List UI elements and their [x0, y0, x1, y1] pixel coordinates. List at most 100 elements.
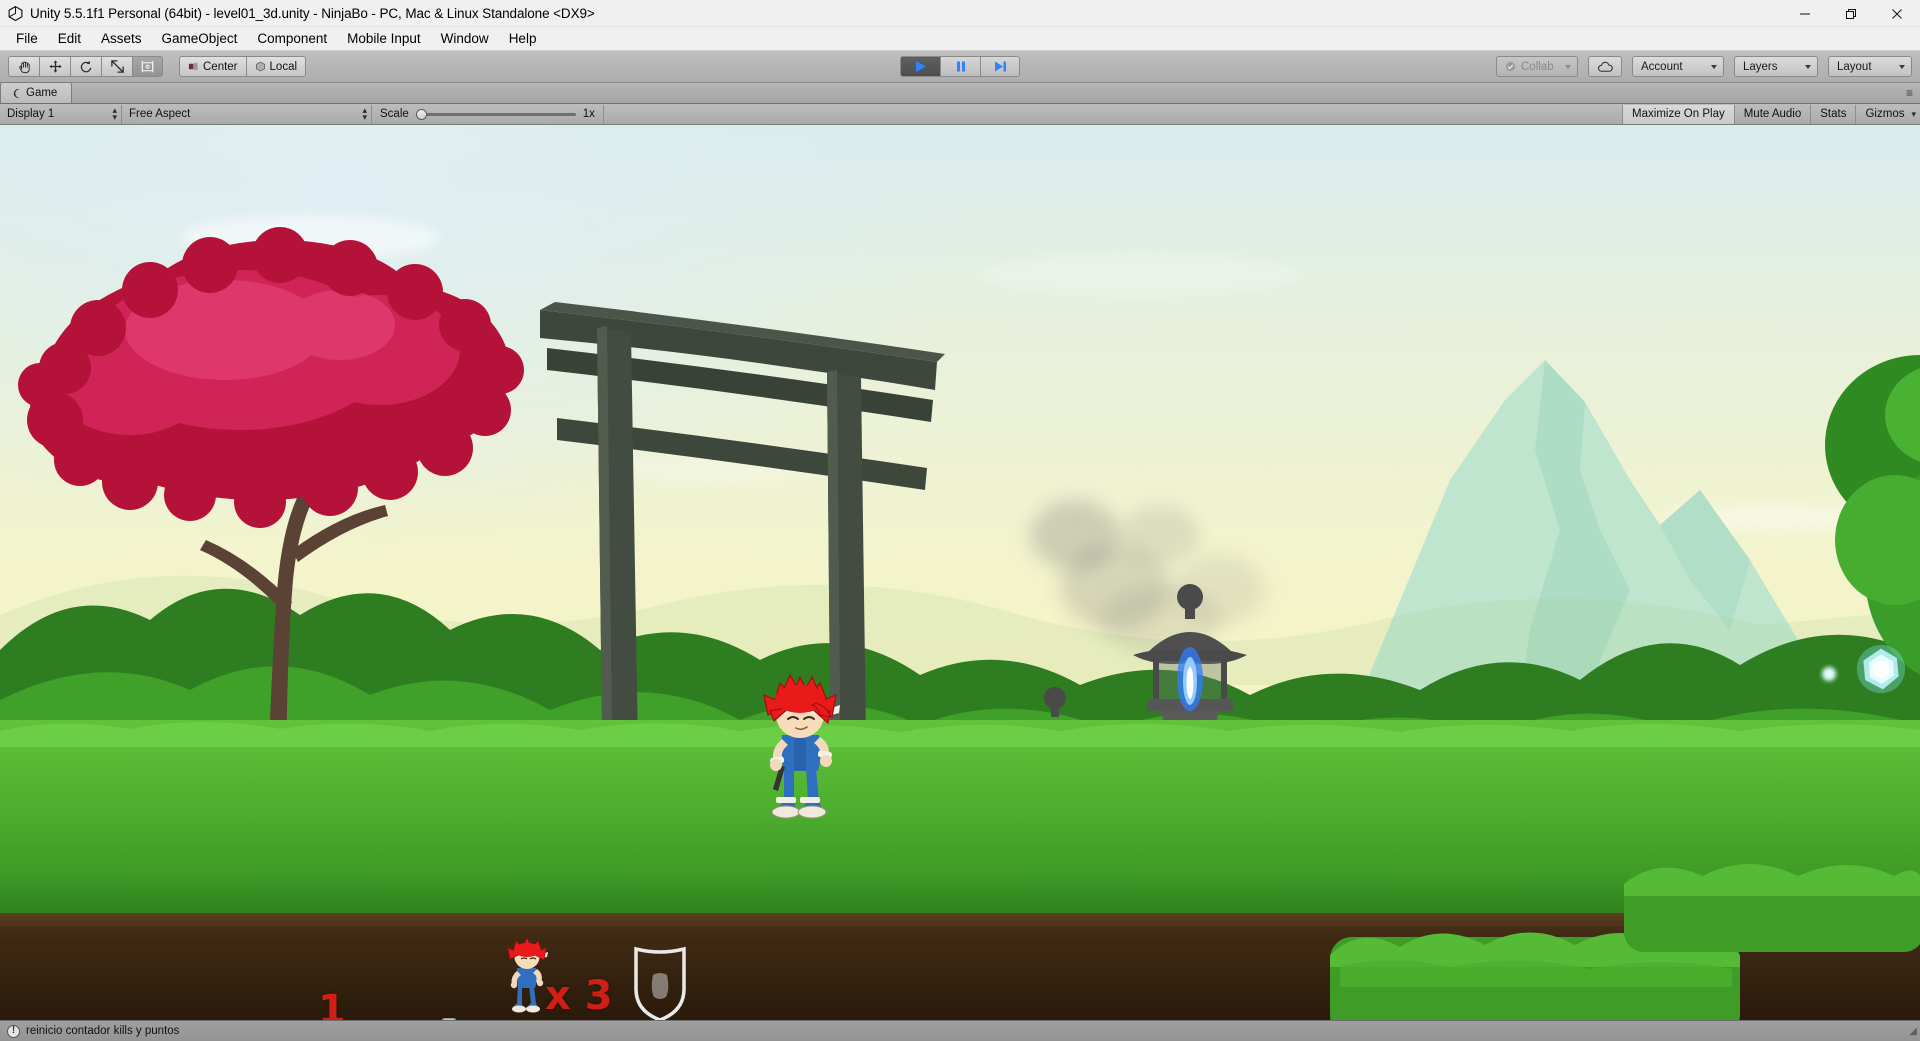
layout-dropdown[interactable]: Layout [1828, 56, 1912, 77]
menu-gameobject[interactable]: GameObject [152, 28, 248, 49]
maximize-on-play-button[interactable]: Maximize On Play [1622, 104, 1734, 124]
mute-audio-button[interactable]: Mute Audio [1733, 104, 1811, 124]
panel-tab-strip: Game ≡ [0, 82, 1920, 104]
crystal-sparkle [1822, 667, 1836, 681]
menu-component[interactable]: Component [247, 28, 337, 49]
window-title-bar: Unity 5.5.1f1 Personal (64bit) - level01… [0, 0, 1920, 27]
chevron-down-icon: ▾ [1911, 108, 1916, 119]
menu-help[interactable]: Help [499, 28, 547, 49]
mute-audio-label: Mute Audio [1743, 108, 1802, 120]
rect-transform-icon [141, 60, 154, 73]
scale-icon [110, 60, 124, 73]
menu-edit[interactable]: Edit [48, 28, 91, 49]
hand-tool-button[interactable] [8, 56, 39, 77]
account-label: Account [1641, 60, 1683, 73]
tab-game[interactable]: Game [0, 82, 72, 103]
cloud-shape [980, 255, 1300, 295]
restore-icon [1846, 8, 1856, 19]
aspect-label: Free Aspect [129, 108, 191, 120]
grass-top-edge [0, 722, 1920, 747]
tab-game-label: Game [26, 87, 58, 99]
step-forward-icon [995, 61, 1006, 72]
game-view-icon [13, 88, 20, 98]
playback-controls [900, 56, 1020, 77]
stats-button[interactable]: Stats [1810, 104, 1855, 124]
player-ninja [763, 673, 840, 819]
menu-file[interactable]: File [6, 28, 48, 49]
space-mode-label: Local [269, 60, 298, 73]
collab-label: Collab [1521, 60, 1554, 73]
gizmos-dropdown[interactable]: Gizmos ▾ [1855, 104, 1920, 124]
cloud-icon [1597, 61, 1613, 72]
maximize-restore-button[interactable] [1828, 0, 1874, 27]
play-icon [915, 61, 926, 72]
rotate-icon [80, 60, 91, 73]
layers-label: Layers [1743, 60, 1778, 73]
aspect-dropdown[interactable]: Free Aspect ▴ ▾ [122, 104, 372, 124]
stats-label: Stats [1820, 108, 1847, 120]
step-button[interactable] [980, 56, 1020, 77]
pivot-center-icon [188, 62, 198, 71]
cloud-services-button[interactable] [1588, 56, 1622, 77]
menu-mobile-input[interactable]: Mobile Input [337, 28, 431, 49]
window-title: Unity 5.5.1f1 Personal (64bit) - level01… [30, 5, 595, 21]
rotate-tool-button[interactable] [70, 56, 101, 77]
menu-window[interactable]: Window [431, 28, 499, 49]
close-icon [1892, 8, 1902, 19]
transform-tools-group [8, 56, 163, 77]
minimize-icon [1800, 13, 1810, 14]
cherry-blossom-tree [18, 227, 524, 780]
play-button[interactable] [900, 56, 940, 77]
tab-options-icon[interactable]: ≡ [1906, 86, 1914, 100]
chevron-down-icon [1899, 64, 1905, 69]
close-button[interactable] [1874, 0, 1920, 27]
layers-dropdown[interactable]: Layers [1734, 56, 1818, 77]
display-label: Display 1 [7, 108, 55, 120]
maximize-on-play-label: Maximize On Play [1632, 108, 1725, 120]
display-dropdown[interactable]: Display 1 ▴ ▾ [0, 104, 122, 124]
main-menu-bar: File Edit Assets GameObject Component Mo… [0, 27, 1920, 51]
crystal-pickup[interactable] [1855, 643, 1907, 695]
layout-label: Layout [1837, 60, 1872, 73]
scale-slider-knob[interactable] [415, 108, 427, 120]
gizmos-label: Gizmos [1865, 108, 1905, 120]
scale-slider[interactable] [415, 108, 576, 120]
collab-dropdown[interactable]: Collab [1496, 56, 1578, 77]
hand-icon [18, 61, 30, 74]
game-toolbar-right: Maximize On Play Mute Audio Stats Gizmos… [1622, 104, 1920, 125]
rect-tool-button[interactable] [132, 56, 163, 77]
pivot-mode-button[interactable]: Center [179, 56, 246, 77]
scale-value: 1x [582, 108, 595, 120]
minimize-button[interactable] [1782, 0, 1828, 27]
status-message: reinicio contador kills y puntos [26, 1025, 180, 1037]
smoke-puff [1120, 505, 1200, 565]
local-space-icon [255, 61, 265, 72]
chevron-down-icon [1711, 64, 1717, 69]
info-icon: ! [7, 1024, 20, 1038]
status-bar[interactable]: ! reinicio contador kills y puntos ◢ [0, 1020, 1920, 1041]
pause-button[interactable] [940, 56, 980, 77]
game-render-surface[interactable]: 1 x 3 [0, 125, 1920, 1020]
stepper-icon: ▴ ▾ [362, 105, 367, 122]
toolbar-right-group: Collab Account Layers Layout [1496, 56, 1912, 77]
resize-grip-icon: ◢ [1909, 1025, 1917, 1037]
unity-logo-icon [8, 5, 23, 21]
pivot-space-group: Center Local [179, 56, 307, 77]
window-controls [1782, 0, 1920, 27]
chevron-down-icon [1805, 64, 1811, 69]
menu-assets[interactable]: Assets [91, 28, 152, 49]
pivot-mode-label: Center [203, 60, 238, 73]
game-view-toolbar: Display 1 ▴ ▾ Free Aspect ▴ ▾ Scale 1x Max… [0, 104, 1920, 125]
move-arrows-icon [48, 60, 62, 73]
hedge-bush [1624, 864, 1920, 952]
chevron-down-icon [1565, 64, 1571, 69]
account-dropdown[interactable]: Account [1632, 56, 1724, 77]
move-tool-button[interactable] [39, 56, 70, 77]
main-toolbar: Center Local Collab Account Layers Layou… [0, 51, 1920, 83]
collab-check-icon [1505, 61, 1516, 72]
space-mode-button[interactable]: Local [245, 56, 307, 77]
pause-icon [956, 61, 965, 72]
scale-control[interactable]: Scale 1x [372, 104, 604, 124]
game-panel: Game ≡ Display 1 ▴ ▾ Free Aspect ▴ ▾ Scale… [0, 82, 1920, 1020]
scale-tool-button[interactable] [101, 56, 132, 77]
